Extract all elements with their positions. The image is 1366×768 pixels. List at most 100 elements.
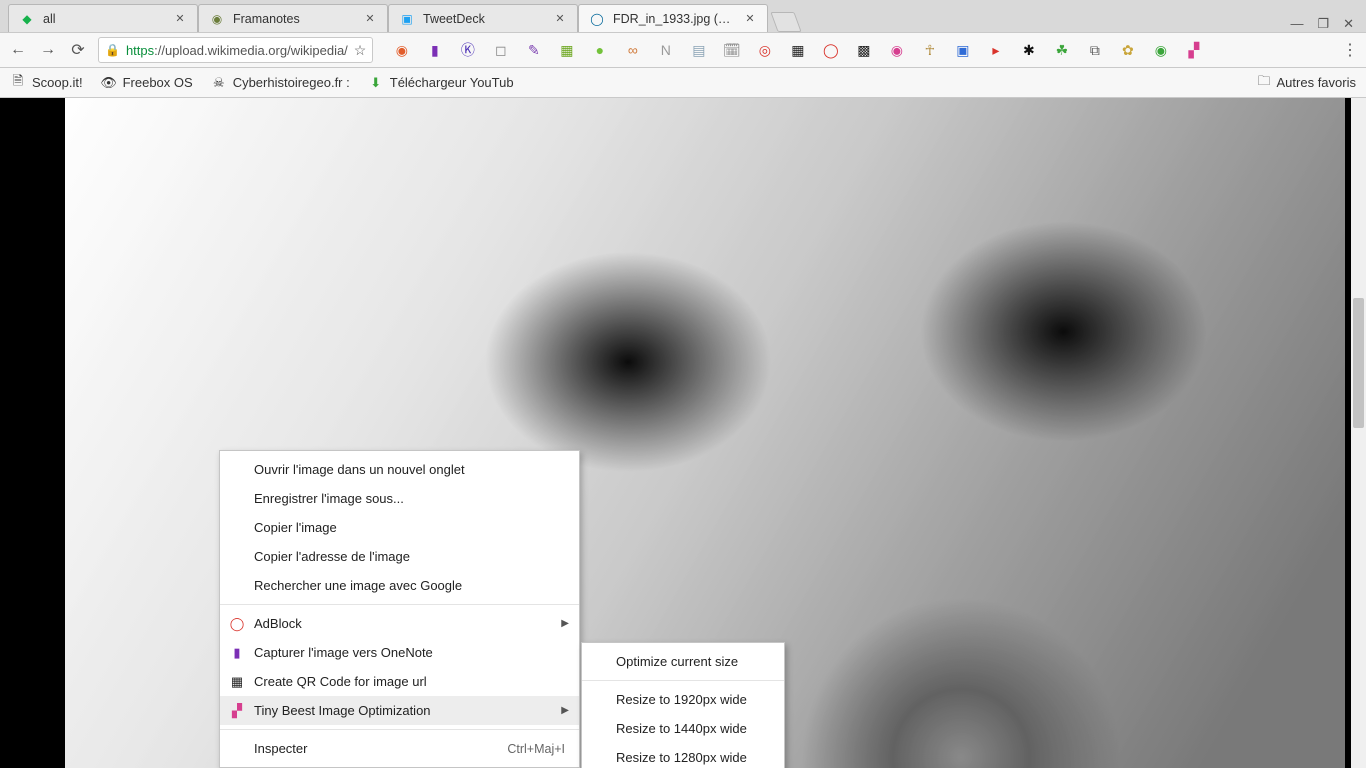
extension-icon[interactable]: Ⓚ [459,42,476,59]
page-viewport: Ouvrir l'image dans un nouvel onglet Enr… [0,98,1366,768]
tab[interactable]: ◆ all ✕ [8,4,198,32]
extension-icon[interactable]: ▮ [426,42,443,59]
context-menu: Ouvrir l'image dans un nouvel onglet Enr… [219,450,580,768]
bookmark-label: Téléchargeur YouTub [390,75,514,90]
extension-icon[interactable]: ✱ [1020,42,1037,59]
bookmark-item[interactable]: 🗎 Scoop.it! [10,75,83,91]
close-icon[interactable]: ✕ [553,12,567,26]
tab[interactable]: ◉ Framanotes ✕ [198,4,388,32]
close-window-icon[interactable]: ✕ [1343,16,1354,32]
tab-title: TweetDeck [423,12,545,26]
ctx-adblock[interactable]: ◯ AdBlock ▶ [220,609,579,638]
forward-button[interactable]: → [38,40,58,60]
extension-icon[interactable]: ∞ [624,42,641,59]
vertical-scrollbar[interactable] [1351,98,1366,768]
bookmarks-bar: 🗎 Scoop.it! 👁Freebox OS ☠Cyberhistoiregeo… [0,68,1366,98]
bookmark-item[interactable]: ☠Cyberhistoiregeo.fr : [211,75,350,91]
extension-icon[interactable]: ● [591,42,608,59]
extension-icon[interactable]: ◉ [393,42,410,59]
extension-icon[interactable]: ▸ [987,42,1004,59]
close-icon[interactable]: ✕ [173,12,187,26]
reload-button[interactable]: ⟳ [68,40,88,60]
ctx-copy-image-url[interactable]: Copier l'adresse de l'image [220,542,579,571]
extension-icon[interactable]: ☥ [921,42,938,59]
extension-icon[interactable]: 🗓 [723,42,740,59]
favicon-icon: ◉ [209,11,225,27]
ctx-label: Rechercher une image avec Google [254,578,462,593]
extension-icon[interactable]: ✿ [1119,42,1136,59]
ctx-label: Resize to 1280px wide [616,750,747,765]
close-icon[interactable]: ✕ [743,12,757,26]
bookmark-icon: ⬇ [368,75,384,91]
context-submenu: Optimize current size Resize to 1920px w… [581,642,785,768]
bookmark-item[interactable]: ⬇ Téléchargeur YouTub [368,75,514,91]
ctx-copy-image[interactable]: Copier l'image [220,513,579,542]
ctx-label: Resize to 1440px wide [616,721,747,736]
bookmark-icon: 👁 [101,75,117,91]
favicon-icon: ◆ [19,11,35,27]
chrome-menu-icon[interactable]: ⋮ [1342,40,1358,60]
extension-icon[interactable]: ▩ [855,42,872,59]
ctx-label: Create QR Code for image url [254,674,427,689]
ctx-qr-code[interactable]: ▦ Create QR Code for image url [220,667,579,696]
ctx-save-image[interactable]: Enregistrer l'image sous... [220,484,579,513]
extension-icon[interactable]: ◉ [888,42,905,59]
other-bookmarks[interactable]: 🗀 Autres favoris [1258,72,1357,94]
sub-resize[interactable]: Resize to 1440px wide [582,714,784,743]
new-tab-button[interactable] [770,12,801,32]
extension-icon[interactable]: ◯ [822,42,839,59]
tab[interactable]: ▣ TweetDeck ✕ [388,4,578,32]
separator [582,680,784,681]
bookmark-label: Scoop.it! [32,75,83,90]
extension-icon[interactable]: ▤ [690,42,707,59]
ctx-onenote[interactable]: ▮ Capturer l'image vers OneNote [220,638,579,667]
scrollbar-thumb[interactable] [1353,298,1364,428]
bookmark-item[interactable]: 👁Freebox OS [101,75,193,91]
ctx-label: Copier l'image [254,520,337,535]
sub-optimize-current[interactable]: Optimize current size [582,647,784,676]
extension-icon[interactable]: ☘ [1053,42,1070,59]
close-icon[interactable]: ✕ [363,12,377,26]
extension-icon[interactable]: ✎ [525,42,542,59]
other-bookmarks-label: Autres favoris [1277,75,1356,90]
extension-icon[interactable]: ◉ [1152,42,1169,59]
tiny-beest-icon: ▞ [228,702,246,720]
bookmark-icon: 🗎 [10,75,26,91]
extension-icon[interactable]: N [657,42,674,59]
sub-resize[interactable]: Resize to 1920px wide [582,685,784,714]
ctx-label: Ouvrir l'image dans un nouvel onglet [254,462,465,477]
ctx-search-image[interactable]: Rechercher une image avec Google [220,571,579,600]
back-button[interactable]: ← [8,40,28,60]
favicon-icon: ▣ [399,11,415,27]
sub-resize[interactable]: Resize to 1280px wide [582,743,784,768]
maximize-icon[interactable]: ❐ [1317,16,1329,32]
window-controls: — ❐ ✕ [1290,10,1366,32]
bookmark-icon: ☠ [211,75,227,91]
extension-icon[interactable]: ⧉ [1086,42,1103,59]
extension-icon[interactable]: ◎ [756,42,773,59]
tab-active[interactable]: ◯ FDR_in_1933.jpg (2500 ✕ [578,4,768,32]
ctx-inspect[interactable]: Inspecter Ctrl+Maj+I [220,734,579,763]
bookmark-star-icon[interactable]: ☆ [354,42,367,59]
ctx-open-new-tab[interactable]: Ouvrir l'image dans un nouvel onglet [220,455,579,484]
folder-icon: 🗀 [1258,72,1271,94]
extension-icon[interactable]: ◻ [492,42,509,59]
tab-title: Framanotes [233,12,355,26]
minimize-icon[interactable]: — [1290,16,1303,32]
extension-icon[interactable]: ▦ [558,42,575,59]
ctx-label: Resize to 1920px wide [616,692,747,707]
extension-icon[interactable]: ▣ [954,42,971,59]
extension-icon[interactable]: ▞ [1185,42,1202,59]
toolbar: ← → ⟳ 🔒 https://upload.wikimedia.org/wik… [0,32,1366,68]
ctx-label: Tiny Beest Image Optimization [254,703,431,718]
url-text: https://upload.wikimedia.org/wikipedia/ [126,43,348,58]
ctx-tiny-beest[interactable]: ▞ Tiny Beest Image Optimization ▶ [220,696,579,725]
browser-chrome: ◆ all ✕ ◉ Framanotes ✕ ▣ TweetDeck ✕ ◯ F… [0,0,1366,98]
adblock-icon: ◯ [228,615,246,633]
ctx-label: Copier l'adresse de l'image [254,549,410,564]
extension-icon[interactable]: ▦ [789,42,806,59]
qr-icon: ▦ [228,673,246,691]
tab-title: all [43,12,165,26]
address-bar[interactable]: 🔒 https://upload.wikimedia.org/wikipedia… [98,37,373,63]
ctx-label: Enregistrer l'image sous... [254,491,404,506]
